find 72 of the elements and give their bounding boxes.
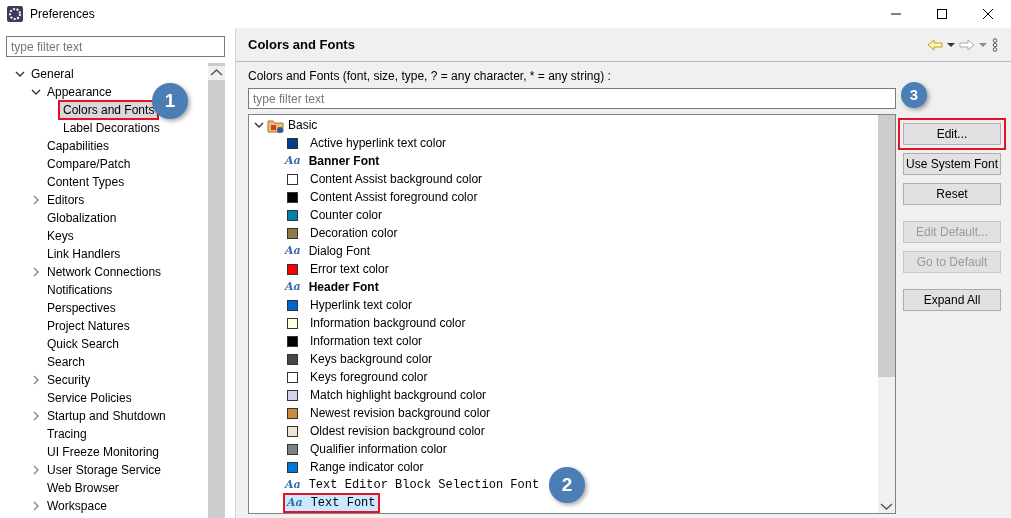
window-title: Preferences [30, 6, 95, 23]
scrollbar[interactable] [208, 63, 225, 518]
list-item[interactable]: Text Editor Block Selection Font [305, 477, 543, 493]
tree-item[interactable]: Keys [44, 228, 77, 244]
filter-field[interactable]: type filter text [6, 36, 225, 57]
action-button[interactable]: Reset [903, 183, 1001, 205]
list-item[interactable]: Qualifier information color [307, 441, 450, 457]
numbered-callout: 3 [901, 82, 927, 108]
font-icon: Aa [285, 152, 301, 170]
tree-item[interactable]: Service Policies [44, 390, 135, 406]
tree-item[interactable]: Content Types [44, 174, 128, 190]
forward-arrow-icon [959, 37, 975, 52]
maximize-icon [936, 8, 948, 20]
tree-item[interactable]: Project Natures [44, 318, 133, 334]
category-item[interactable]: Basic [285, 117, 321, 133]
tree-item[interactable]: Link Handlers [44, 246, 124, 262]
list-item[interactable]: Content Assist foreground color [307, 189, 481, 205]
tree-item[interactable]: Security [44, 372, 94, 388]
tree-item[interactable]: Workspace [44, 498, 110, 514]
tree-item[interactable]: Startup and Shutdown [44, 408, 169, 424]
page-title: Colors and Fonts [248, 35, 355, 54]
list-item[interactable]: Range indicator color [307, 459, 427, 475]
action-button[interactable]: Expand All [903, 289, 1001, 311]
back-arrow-icon [927, 37, 943, 52]
numbered-callout: 2 [549, 467, 585, 503]
tree-item[interactable]: Search [44, 354, 89, 370]
list-item[interactable]: Decoration color [307, 225, 401, 241]
list-item[interactable]: Information text color [307, 333, 426, 349]
list-item[interactable]: Match highlight background color [307, 387, 490, 403]
tree-item[interactable]: Editors [44, 192, 88, 208]
tree-item[interactable]: Capabilities [44, 138, 113, 154]
font-icon: Aa [285, 476, 301, 494]
scrollbar[interactable] [878, 115, 895, 513]
list-item[interactable]: Keys background color [307, 351, 436, 367]
tree-item[interactable]: Globalization [44, 210, 120, 226]
description-text: Colors and Fonts (font, size, type, ? = any character, * = any string) : [248, 69, 612, 84]
tree-item[interactable]: Appearance [44, 84, 115, 100]
list-item[interactable]: Banner Font [305, 153, 383, 169]
tree-item[interactable]: Perspectives [44, 300, 119, 316]
list-item[interactable]: Counter color [307, 207, 386, 223]
font-icon: Aa [285, 278, 301, 296]
list-item[interactable]: Dialog Font [305, 243, 374, 259]
tree-item[interactable]: UI Freeze Monitoring [44, 444, 163, 460]
tree-item[interactable]: User Storage Service [44, 462, 165, 478]
more-menu-icon [991, 37, 999, 52]
tree-item[interactable]: Web Browser [44, 480, 122, 496]
list-item[interactable]: Information background color [307, 315, 469, 331]
filter-field[interactable]: type filter text [248, 88, 896, 109]
list-item[interactable]: Active hyperlink text color [307, 135, 450, 151]
list-item[interactable]: Keys foreground color [307, 369, 431, 385]
list-item[interactable]: Hyperlink text color [307, 297, 416, 313]
list-item[interactable]: Header Font [305, 279, 382, 295]
font-icon: Aa [285, 242, 301, 260]
tree-item[interactable]: Tracing [44, 426, 90, 442]
list-item[interactable]: Content Assist background color [307, 171, 486, 187]
list-item[interactable]: Error text color [307, 261, 392, 277]
tree-item[interactable]: Compare/Patch [44, 156, 134, 172]
tree-item[interactable]: Quick Search [44, 336, 123, 352]
tree-item[interactable]: General [28, 66, 77, 82]
close-icon [982, 8, 994, 20]
tree-item[interactable]: Label Decorations [60, 120, 163, 136]
app-icon [6, 5, 24, 23]
list-item[interactable]: Oldest revision background color [307, 423, 488, 439]
list-item[interactable]: Newest revision background color [307, 405, 494, 421]
font-icon: Aa [287, 494, 303, 512]
tree-item[interactable]: Network Connections [44, 264, 165, 280]
scroll-up-icon [208, 65, 225, 80]
action-button[interactable]: Use System Font [903, 153, 1001, 175]
tree-item[interactable]: Colors and Fonts [60, 102, 158, 118]
scrollbar-thumb[interactable] [878, 115, 895, 377]
tree-item[interactable]: Notifications [44, 282, 116, 298]
more-menu-button[interactable] [991, 37, 999, 52]
